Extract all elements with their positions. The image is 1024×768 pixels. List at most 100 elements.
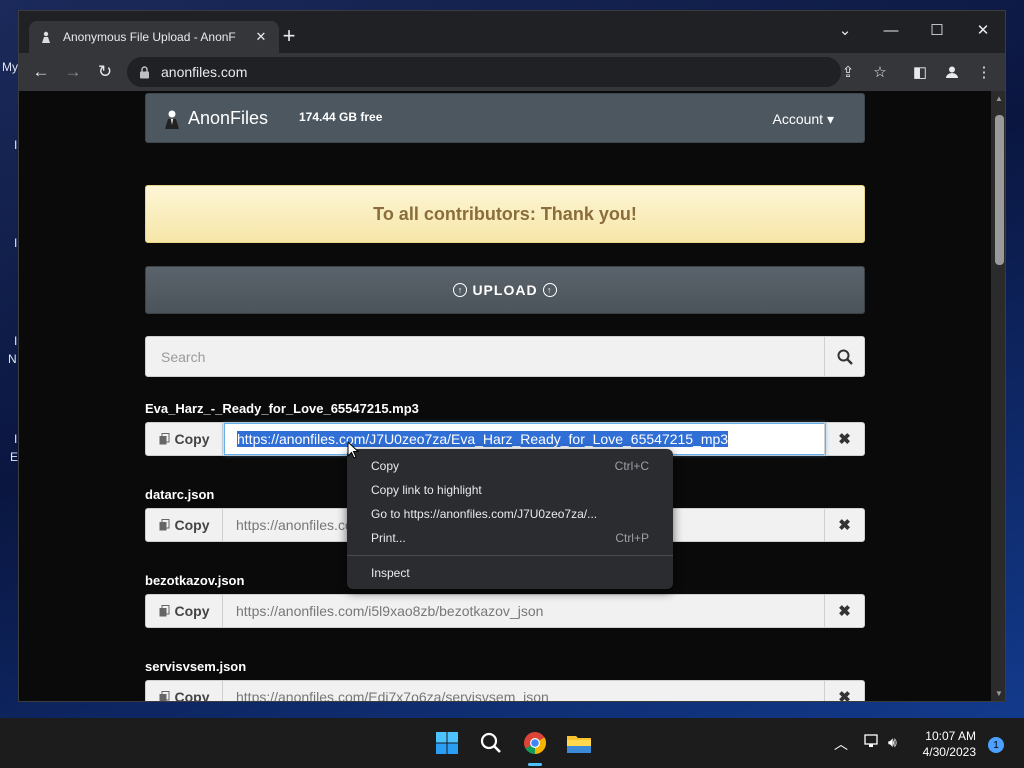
site-header: AnonFiles 174.44 GB free Account ▾ — [145, 93, 865, 143]
bookmark-star-icon[interactable]: ☆ — [869, 62, 891, 82]
file-name: datarc.json — [145, 487, 215, 502]
upload-label: UPLOAD — [472, 282, 538, 298]
context-menu: Copy Ctrl+C Copy link to highlight Go to… — [347, 449, 673, 589]
taskbar: ︿ 🔊︎ 10:07 AM 4/30/2023 1 — [0, 718, 1024, 768]
menu-kebab-icon[interactable]: ⋮ — [973, 62, 995, 82]
selected-link-text: https://anonfiles.com/J7U0zeo7za/Eva_Har… — [237, 431, 729, 447]
context-menu-item-inspect[interactable]: Inspect — [347, 561, 673, 585]
context-menu-label: Copy link to highlight — [371, 483, 482, 497]
browser-toolbar: ← → ↻ anonfiles.com ⇪ ☆ ◧ ⋮ — [19, 53, 1005, 91]
file-name: Eva_Harz_-_Ready_for_Love_65547215.mp3 — [145, 401, 419, 416]
remove-icon[interactable]: ✖ — [824, 681, 864, 701]
context-menu-divider — [347, 555, 673, 556]
context-menu-label: Go to https://anonfiles.com/J7U0zeo7za/.… — [371, 507, 598, 521]
context-menu-item-print[interactable]: Print... Ctrl+P — [347, 526, 673, 550]
context-menu-label: Inspect — [371, 566, 410, 580]
copy-label: Copy — [174, 689, 210, 702]
tab-search-icon[interactable]: ⌄ — [827, 17, 863, 43]
desktop-icon-label[interactable]: I — [14, 138, 17, 152]
system-clock[interactable]: 10:07 AM 4/30/2023 — [923, 728, 976, 760]
browser-window: Anonymous File Upload - AnonF ✕ + ⌄ — ☐ … — [18, 10, 1006, 702]
desktop-icon-label[interactable]: N — [8, 352, 17, 366]
copy-label: Copy — [174, 517, 210, 533]
thank-you-banner: To all contributors: Thank you! — [145, 185, 865, 243]
maximize-button[interactable]: ☐ — [919, 17, 955, 43]
upload-arrow-icon: ↑ — [453, 283, 468, 297]
browser-tab[interactable]: Anonymous File Upload - AnonF ✕ — [29, 21, 279, 53]
page-viewport: AnonFiles 174.44 GB free Account ▾ To al… — [19, 91, 991, 702]
share-icon[interactable]: ⇪ — [837, 62, 859, 82]
tab-strip: Anonymous File Upload - AnonF ✕ + ⌄ — ☐ … — [19, 11, 1005, 53]
copy-icon — [159, 519, 169, 531]
profile-icon[interactable] — [941, 62, 963, 82]
back-arrow-icon[interactable]: ← — [29, 61, 53, 83]
copy-label: Copy — [174, 603, 210, 619]
context-menu-item-copy-link-to-highlight[interactable]: Copy link to highlight — [347, 478, 673, 502]
tab-title: Anonymous File Upload - AnonF — [63, 30, 236, 44]
volume-icon[interactable]: 🔊︎ — [888, 734, 897, 751]
search-input[interactable] — [147, 338, 825, 375]
anonfiles-favicon-icon — [39, 30, 53, 44]
new-tab-button[interactable]: + — [279, 25, 299, 47]
account-dropdown[interactable]: Account ▾ — [772, 111, 834, 128]
desktop-icon-label[interactable]: I — [14, 334, 17, 348]
file-explorer-icon[interactable] — [564, 728, 594, 758]
file-row: Copy https://anonfiles.com/Edj7x7o6za/se… — [145, 680, 865, 702]
free-space-label: 174.44 GB free — [299, 110, 383, 124]
copy-icon — [159, 605, 169, 617]
copy-button[interactable]: Copy — [146, 509, 223, 541]
desktop-icon-label[interactable]: My — [2, 60, 18, 74]
mouse-cursor-icon — [347, 441, 359, 459]
link-field[interactable]: https://anonfiles.com/i5l9xao8zb/bezotka… — [224, 595, 826, 627]
active-app-indicator — [528, 763, 542, 766]
minimize-button[interactable]: — — [873, 17, 909, 43]
windows-start-icon[interactable] — [432, 728, 462, 758]
context-menu-item-copy[interactable]: Copy Ctrl+C — [347, 454, 673, 478]
remove-icon[interactable]: ✖ — [824, 509, 864, 541]
reload-icon[interactable]: ↻ — [93, 61, 117, 83]
chrome-icon[interactable] — [520, 728, 550, 758]
copy-icon — [159, 691, 169, 701]
copy-button[interactable]: Copy — [146, 681, 223, 702]
notification-badge[interactable]: 1 — [988, 737, 1004, 753]
copy-button[interactable]: Copy — [146, 595, 223, 627]
scroll-down-icon[interactable]: ▼ — [994, 689, 1004, 699]
side-panel-icon[interactable]: ◧ — [909, 62, 931, 82]
desktop-icon-label[interactable]: I — [14, 236, 17, 250]
search-button[interactable] — [824, 337, 864, 376]
brand[interactable]: AnonFiles — [162, 108, 268, 129]
address-bar[interactable]: anonfiles.com — [127, 57, 841, 87]
context-menu-label: Copy — [371, 459, 400, 473]
remove-icon[interactable]: ✖ — [824, 423, 864, 455]
url-text: anonfiles.com — [161, 64, 248, 80]
file-name: servisvsem.json — [145, 659, 247, 674]
context-menu-label: Print... — [371, 531, 406, 545]
show-hidden-icons-chevron-icon[interactable]: ︿ — [834, 734, 848, 754]
search-icon — [837, 349, 853, 365]
context-menu-shortcut: Ctrl+P — [615, 531, 649, 545]
desktop-icon-label[interactable]: I — [14, 432, 17, 446]
file-row: Copy https://anonfiles.com/i5l9xao8zb/be… — [145, 594, 865, 628]
context-menu-item-go-to[interactable]: Go to https://anonfiles.com/J7U0zeo7za/.… — [347, 502, 673, 526]
search-icon[interactable] — [476, 728, 506, 758]
close-tab-icon[interactable]: ✕ — [253, 29, 269, 45]
search-box — [145, 336, 865, 377]
copy-icon — [159, 433, 169, 445]
network-icon[interactable] — [864, 734, 880, 751]
desktop-icon-label[interactable]: E — [10, 450, 18, 464]
brand-name: AnonFiles — [188, 108, 269, 128]
file-name: bezotkazov.json — [145, 573, 245, 588]
upload-arrow-icon: ↑ — [542, 283, 557, 297]
copy-label: Copy — [174, 431, 210, 447]
upload-button[interactable]: ↑ UPLOAD ↑ — [145, 266, 865, 314]
page-scrollbar[interactable]: ▲ ▼ — [991, 91, 1005, 701]
copy-button[interactable]: Copy — [146, 423, 223, 455]
remove-icon[interactable]: ✖ — [824, 595, 864, 627]
lock-icon — [139, 65, 151, 79]
scroll-thumb[interactable] — [995, 115, 1004, 265]
anonfiles-logo-icon — [165, 110, 179, 129]
link-field[interactable]: https://anonfiles.com/Edj7x7o6za/servisv… — [224, 681, 826, 701]
scroll-up-icon[interactable]: ▲ — [994, 94, 1004, 104]
forward-arrow-icon[interactable]: → — [61, 61, 85, 83]
close-window-button[interactable]: ✕ — [965, 17, 1001, 43]
